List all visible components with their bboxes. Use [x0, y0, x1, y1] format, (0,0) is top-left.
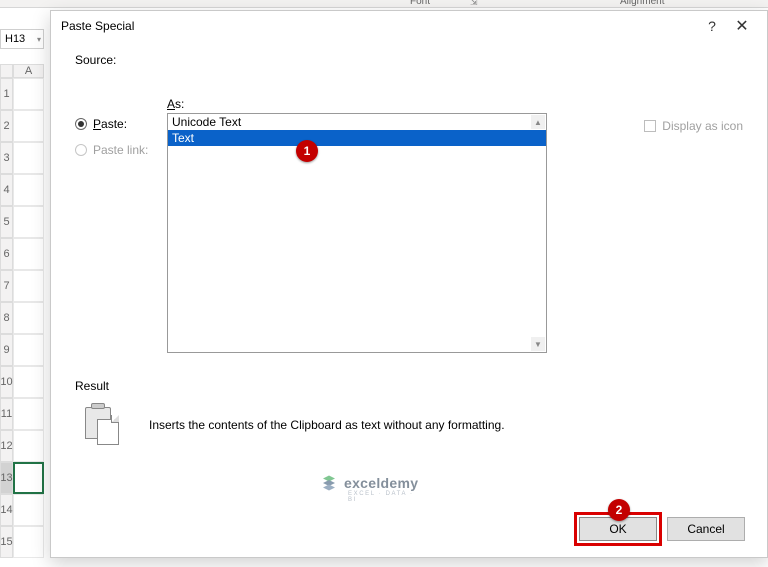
- annotation-callout-2: 2: [608, 499, 630, 521]
- ribbon-fragment: Font ⇲ Alignment: [0, 0, 768, 8]
- cell[interactable]: [13, 206, 44, 238]
- dialog-titlebar[interactable]: Paste Special ? ✕: [51, 11, 767, 41]
- radio-icon: [75, 118, 87, 130]
- list-item[interactable]: Unicode Text: [168, 114, 546, 130]
- row-header[interactable]: 9: [0, 334, 13, 366]
- scroll-down-icon[interactable]: ▼: [531, 337, 545, 351]
- cell[interactable]: [13, 270, 44, 302]
- dialog-title: Paste Special: [61, 19, 697, 33]
- cell[interactable]: [13, 334, 44, 366]
- row-header[interactable]: 5: [0, 206, 13, 238]
- format-listbox[interactable]: Unicode Text Text ▲ ▼: [167, 113, 547, 353]
- list-item[interactable]: Text: [168, 130, 546, 146]
- paste-mode-radios: Paste: Paste link:: [75, 97, 167, 169]
- name-box[interactable]: H13 ▾: [0, 29, 44, 49]
- select-all-corner[interactable]: [0, 64, 13, 78]
- row-header[interactable]: 14: [0, 494, 13, 526]
- row-header[interactable]: 4: [0, 174, 13, 206]
- close-icon[interactable]: ✕: [727, 16, 757, 36]
- row-header[interactable]: 7: [0, 270, 13, 302]
- dialog-launcher-icon[interactable]: ⇲: [470, 0, 478, 5]
- result-description: Inserts the contents of the Clipboard as…: [149, 418, 505, 432]
- result-label: Result: [75, 379, 743, 393]
- cell[interactable]: [13, 366, 44, 398]
- dialog-buttons: OK Cancel: [579, 517, 745, 541]
- cell[interactable]: [13, 494, 44, 526]
- display-as-icon-checkbox: Display as icon: [644, 119, 743, 133]
- paste-radio[interactable]: Paste:: [75, 117, 167, 131]
- column-header[interactable]: A: [13, 64, 44, 78]
- help-icon[interactable]: ?: [697, 18, 727, 34]
- row-header[interactable]: 12: [0, 430, 13, 462]
- row-header[interactable]: 1: [0, 78, 13, 110]
- cell[interactable]: [13, 302, 44, 334]
- row-header[interactable]: 8: [0, 302, 13, 334]
- watermark-brand: exceldemy: [344, 475, 418, 491]
- watermark: exceldemy EXCEL · DATA · BI: [320, 474, 418, 492]
- cell[interactable]: [13, 430, 44, 462]
- as-label: As:: [167, 97, 620, 111]
- row-header[interactable]: 13: [0, 462, 13, 494]
- watermark-sub: EXCEL · DATA · BI: [348, 491, 418, 503]
- row-header[interactable]: 2: [0, 110, 13, 142]
- row-header[interactable]: 3: [0, 142, 13, 174]
- cell[interactable]: [13, 462, 44, 494]
- checkbox-icon: [644, 120, 656, 132]
- ribbon-group-font: Font: [410, 0, 430, 7]
- name-box-value: H13: [5, 33, 25, 45]
- row-header[interactable]: 10: [0, 366, 13, 398]
- annotation-callout-1: 1: [296, 140, 318, 162]
- watermark-logo-icon: [320, 474, 338, 492]
- cell[interactable]: [13, 142, 44, 174]
- cell[interactable]: [13, 526, 44, 558]
- scroll-up-icon[interactable]: ▲: [531, 115, 545, 129]
- display-as-icon-label: Display as icon: [662, 119, 743, 133]
- paste-link-radio-label: Paste link:: [93, 143, 148, 157]
- clipboard-icon: [83, 405, 123, 445]
- paste-radio-label: Paste:: [93, 117, 127, 131]
- cancel-button[interactable]: Cancel: [667, 517, 745, 541]
- source-label: Source:: [75, 53, 743, 67]
- cell[interactable]: [13, 78, 44, 110]
- cell[interactable]: [13, 110, 44, 142]
- chevron-down-icon[interactable]: ▾: [37, 35, 41, 44]
- cell[interactable]: [13, 238, 44, 270]
- cell[interactable]: [13, 398, 44, 430]
- radio-icon: [75, 144, 87, 156]
- cell[interactable]: [13, 174, 44, 206]
- row-header[interactable]: 11: [0, 398, 13, 430]
- list-item-label: Text: [172, 131, 194, 145]
- ribbon-group-alignment: Alignment: [620, 0, 664, 7]
- row-header[interactable]: 15: [0, 526, 13, 558]
- row-header[interactable]: 6: [0, 238, 13, 270]
- paste-link-radio: Paste link:: [75, 143, 167, 157]
